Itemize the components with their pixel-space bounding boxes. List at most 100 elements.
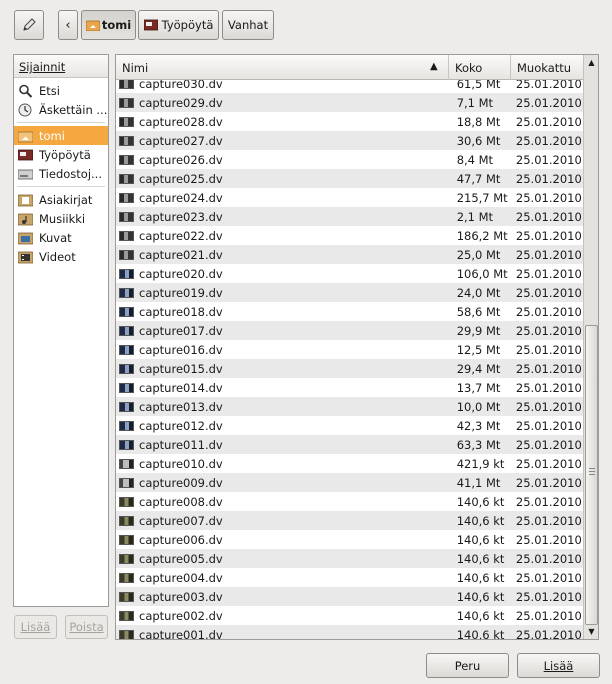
- file-row[interactable]: capture008.dv 140,6 kt 25.01.2010: [116, 492, 583, 511]
- file-modified: 25.01.2010: [515, 589, 582, 604]
- file-row[interactable]: capture016.dv 12,5 Mt 25.01.2010: [116, 340, 583, 359]
- file-row[interactable]: capture005.dv 140,6 kt 25.01.2010: [116, 549, 583, 568]
- file-size: 2,1 Mt: [456, 209, 494, 224]
- file-modified: 25.01.2010: [511, 342, 583, 357]
- file-row[interactable]: capture029.dv 7,1 Mt 25.01.2010: [116, 93, 583, 112]
- column-header-size[interactable]: Koko: [449, 55, 511, 80]
- places-item-search[interactable]: Etsi: [14, 81, 108, 100]
- places-item-label: Videot: [39, 249, 76, 264]
- file-name: capture024.dv: [139, 190, 223, 205]
- scroll-down-arrow-icon[interactable]: ▼: [584, 624, 598, 639]
- places-item-label: tomi: [39, 128, 65, 143]
- file-size: 140,6 kt: [450, 608, 512, 623]
- column-header-modified[interactable]: Muokattu: [511, 55, 583, 80]
- places-item-videos[interactable]: Videot: [14, 247, 108, 266]
- file-row[interactable]: capture018.dv 58,6 Mt 25.01.2010: [116, 302, 583, 321]
- file-size: 42,3 Mt: [450, 418, 512, 433]
- file-row[interactable]: capture024.dv 215,7 Mt 25.01.2010: [116, 188, 583, 207]
- column-header-label: Muokattu: [517, 61, 572, 75]
- file-row[interactable]: capture010.dv 421,9 kt 25.01.2010: [116, 454, 583, 473]
- places-item-documents[interactable]: Asiakirjat: [14, 190, 108, 209]
- file-size: 7,1 Mt: [456, 95, 494, 110]
- file-row[interactable]: capture020.dv 106,0 Mt 25.01.2010: [116, 264, 583, 283]
- file-size: 8,4 Mt: [450, 152, 512, 167]
- videos-folder-icon: [17, 250, 34, 264]
- breadcrumb-label: Työpöytä: [161, 18, 214, 32]
- file-name: capture016.dv: [139, 342, 223, 357]
- video-thumbnail-icon: [119, 287, 134, 298]
- video-thumbnail-icon: [119, 192, 134, 203]
- file-modified: 25.01.2010: [511, 380, 583, 395]
- file-name: capture030.dv: [139, 80, 223, 91]
- file-row[interactable]: capture030.dv 61,5 Mt 25.01.2010: [116, 80, 583, 93]
- search-icon: [18, 84, 33, 98]
- scroll-up-arrow-icon[interactable]: ▲: [584, 55, 598, 70]
- file-row[interactable]: capture026.dv 8,4 Mt 25.01.2010: [116, 150, 583, 169]
- vertical-scrollbar[interactable]: ▲ ▼: [583, 55, 598, 639]
- file-row[interactable]: capture023.dv 2,1 Mt 25.01.2010: [116, 207, 583, 226]
- file-modified: 25.01.2010: [515, 171, 582, 186]
- file-name: capture010.dv: [139, 456, 223, 471]
- file-row[interactable]: capture027.dv 30,6 Mt 25.01.2010: [116, 131, 583, 150]
- file-row[interactable]: capture007.dv 140,6 kt 25.01.2010: [116, 511, 583, 530]
- file-row[interactable]: capture003.dv 140,6 kt 25.01.2010: [116, 587, 583, 606]
- file-row[interactable]: capture001.dv 140,6 kt 25.01.2010: [116, 625, 583, 639]
- file-modified: 25.01.2010: [511, 608, 583, 623]
- video-thumbnail-icon: [119, 553, 134, 564]
- file-row[interactable]: capture009.dv 41,1 Mt 25.01.2010: [116, 473, 583, 492]
- sort-ascending-icon: ▲: [430, 61, 438, 72]
- edit-location-button[interactable]: [14, 10, 44, 40]
- add-button[interactable]: Lisää: [517, 653, 600, 678]
- remove-place-label: Poista: [69, 620, 104, 634]
- remove-place-button[interactable]: Poista: [65, 615, 108, 639]
- video-thumbnail-icon: [119, 572, 134, 583]
- scrollbar-thumb[interactable]: [585, 325, 598, 625]
- file-list[interactable]: Nimi ▲ Koko Muokattu capture030.dv 61,5 M…: [115, 54, 599, 640]
- column-header-name[interactable]: Nimi ▲: [116, 55, 449, 80]
- places-item-music[interactable]: Musiikki: [14, 209, 108, 228]
- home-folder-icon: [85, 20, 100, 31]
- places-item-recent[interactable]: Äskettäin ...: [14, 100, 108, 119]
- file-row[interactable]: capture011.dv 63,3 Mt 25.01.2010: [116, 435, 583, 454]
- column-header-label: Koko: [455, 61, 483, 75]
- video-thumbnail-icon: [119, 439, 134, 450]
- places-item-tomi[interactable]: tomi: [14, 126, 108, 145]
- back-button[interactable]: ‹: [58, 10, 78, 40]
- file-row[interactable]: capture017.dv 29,9 Mt 25.01.2010: [116, 321, 583, 340]
- places-item-desktop[interactable]: Työpöytä: [14, 145, 108, 164]
- file-row[interactable]: capture021.dv 25,0 Mt 25.01.2010: [116, 245, 583, 264]
- video-thumbnail-icon: [119, 268, 134, 279]
- places-item-label: Asiakirjat: [39, 192, 93, 207]
- file-row[interactable]: capture012.dv 42,3 Mt 25.01.2010: [116, 416, 583, 435]
- file-size: 61,5 Mt: [450, 80, 512, 91]
- file-row[interactable]: capture015.dv 29,4 Mt 25.01.2010: [116, 359, 583, 378]
- file-row[interactable]: capture019.dv 24,0 Mt 25.01.2010: [116, 283, 583, 302]
- breadcrumb-vanhat[interactable]: Vanhat: [222, 10, 274, 40]
- video-thumbnail-icon: [119, 154, 134, 165]
- file-row[interactable]: capture025.dv 47,7 Mt 25.01.2010: [116, 169, 583, 188]
- places-separator: [17, 186, 105, 187]
- file-modified: 25.01.2010: [511, 304, 583, 319]
- file-row[interactable]: capture022.dv 186,2 Mt 25.01.2010: [116, 226, 583, 245]
- file-row[interactable]: capture028.dv 18,8 Mt 25.01.2010: [116, 112, 583, 131]
- breadcrumb-tyopoyta[interactable]: Työpöytä: [138, 10, 219, 40]
- file-modified: 25.01.2010: [515, 437, 582, 452]
- places-item-pictures[interactable]: Kuvat: [14, 228, 108, 247]
- video-thumbnail-icon: [119, 116, 134, 127]
- pencil-icon: [23, 18, 36, 31]
- file-modified: 25.01.2010: [511, 494, 583, 509]
- add-place-button[interactable]: Lisää: [14, 615, 57, 639]
- file-modified: 25.01.2010: [511, 456, 583, 471]
- file-row[interactable]: capture006.dv 140,6 kt 25.01.2010: [116, 530, 583, 549]
- file-row[interactable]: capture013.dv 10,0 Mt 25.01.2010: [116, 397, 583, 416]
- chevron-left-icon: ‹: [65, 17, 71, 33]
- file-modified: 25.01.2010: [515, 285, 582, 300]
- file-row[interactable]: capture002.dv 140,6 kt 25.01.2010: [116, 606, 583, 625]
- places-header-label: Sijainnit: [19, 60, 66, 74]
- places-item-filesystem[interactable]: Tiedostoj...: [14, 164, 108, 183]
- file-size: 18,8 Mt: [450, 114, 512, 129]
- file-row[interactable]: capture014.dv 13,7 Mt 25.01.2010: [116, 378, 583, 397]
- cancel-button[interactable]: Peru: [426, 653, 509, 678]
- file-row[interactable]: capture004.dv 140,6 kt 25.01.2010: [116, 568, 583, 587]
- breadcrumb-tomi[interactable]: tomi: [81, 10, 136, 40]
